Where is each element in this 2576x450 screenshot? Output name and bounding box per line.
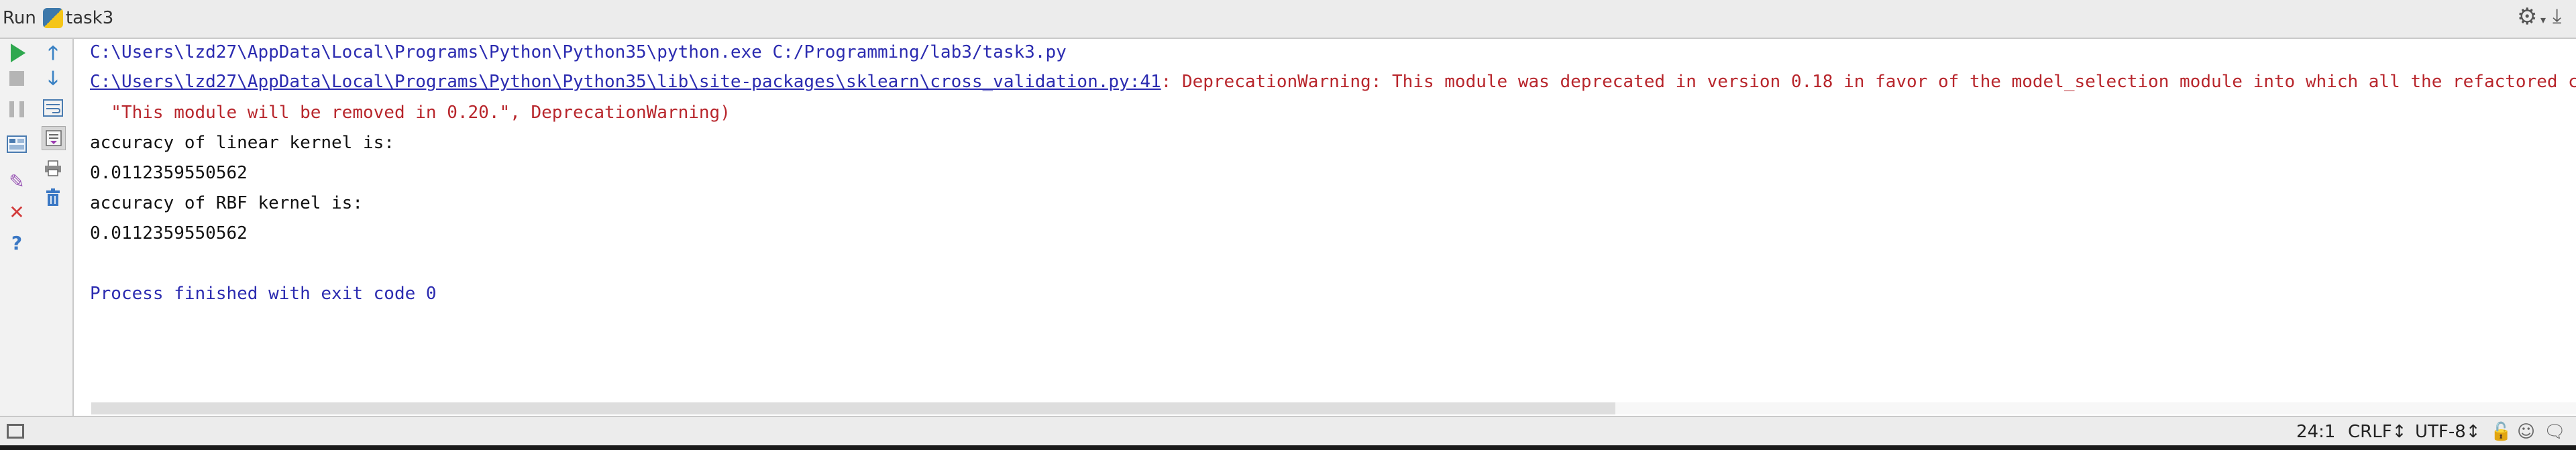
close-button[interactable]: ✕ [5, 201, 28, 224]
scroll-to-end-button[interactable] [42, 126, 66, 150]
pause-icon [9, 101, 24, 117]
caret-position[interactable]: 24:1 [2296, 422, 2335, 442]
tool-window-title: Run [3, 8, 36, 28]
scroll-to-end-icon [46, 130, 62, 146]
print-button[interactable] [42, 157, 64, 180]
console-output-line: accuracy of linear kernel is: [90, 133, 394, 153]
process-finished-line: Process finished with exit code 0 [90, 284, 437, 304]
console-output-line: 0.0112359550562 [90, 223, 248, 243]
run-config-tab[interactable]: task3 [66, 8, 113, 28]
horizontal-scrollbar-thumb[interactable] [91, 402, 1615, 414]
console-output[interactable]: C:\Users\lzd27\AppData\Local\Programs\Py… [74, 39, 2576, 416]
help-icon: ? [11, 232, 23, 254]
gear-dropdown-icon[interactable]: ▾ [2540, 13, 2546, 26]
console-warning-continuation: "This module will be removed in 0.20.", … [90, 103, 731, 123]
line-separator-selector[interactable]: CRLF↕ [2348, 422, 2406, 442]
up-arrow-icon: 🡑 [48, 42, 58, 64]
console-warning-line: C:\Users\lzd27\AppData\Local\Programs\Py… [90, 68, 2576, 95]
rerun-button[interactable] [7, 42, 30, 64]
pause-button[interactable] [5, 98, 28, 121]
soft-wrap-icon [43, 99, 63, 117]
previous-occurrence-button[interactable]: 🡑 [42, 42, 64, 64]
next-occurrence-button[interactable]: 🡓 [42, 67, 64, 90]
hide-window-icon[interactable]: ⤓ [2553, 5, 2561, 28]
layout-icon [7, 135, 27, 153]
soft-wrap-button[interactable] [42, 97, 64, 119]
print-icon [45, 160, 61, 176]
pin-icon: ✎ [9, 170, 25, 192]
pin-tab-button[interactable]: ✎ [5, 170, 28, 193]
console-output-line: 0.0112359550562 [90, 163, 248, 183]
toggle-tool-windows-icon[interactable] [7, 424, 24, 439]
console-command-line: C:\Users\lzd27\AppData\Local\Programs\Py… [90, 42, 1067, 62]
stop-button[interactable] [5, 67, 28, 90]
help-button[interactable]: ? [5, 232, 28, 255]
restore-layout-button[interactable] [5, 133, 28, 156]
stop-icon [9, 71, 24, 86]
lock-icon[interactable]: 🔓 [2490, 422, 2512, 442]
python-icon [43, 8, 63, 28]
run-tool-window-header: Run task3 ⚙ ▾ ⤓ [0, 0, 2576, 39]
run-toolbar-secondary: 🡑 🡓 [34, 39, 74, 416]
warning-message: : DeprecationWarning: This module was de… [1161, 72, 2576, 92]
window-bottom-edge [0, 445, 2576, 450]
event-log-icon[interactable]: 🗨 [2544, 422, 2566, 442]
clear-all-button[interactable] [42, 186, 64, 209]
gear-icon[interactable]: ⚙ [2517, 5, 2537, 28]
console-output-line: accuracy of RBF kernel is: [90, 193, 363, 213]
encoding-selector[interactable]: UTF-8↕ [2415, 422, 2481, 442]
status-bar: 24:1 CRLF↕ UTF-8↕ 🔓 ☺ 🗨 [0, 416, 2576, 445]
run-toolbar-primary: ✎ ✕ ? [0, 39, 34, 416]
close-icon: ✕ [9, 201, 25, 223]
trash-icon [46, 188, 60, 206]
inspector-icon[interactable]: ☺ [2517, 422, 2535, 442]
down-arrow-icon: 🡓 [48, 67, 58, 89]
source-file-link[interactable]: C:\Users\lzd27\AppData\Local\Programs\Py… [90, 72, 1161, 92]
run-icon [11, 44, 25, 62]
